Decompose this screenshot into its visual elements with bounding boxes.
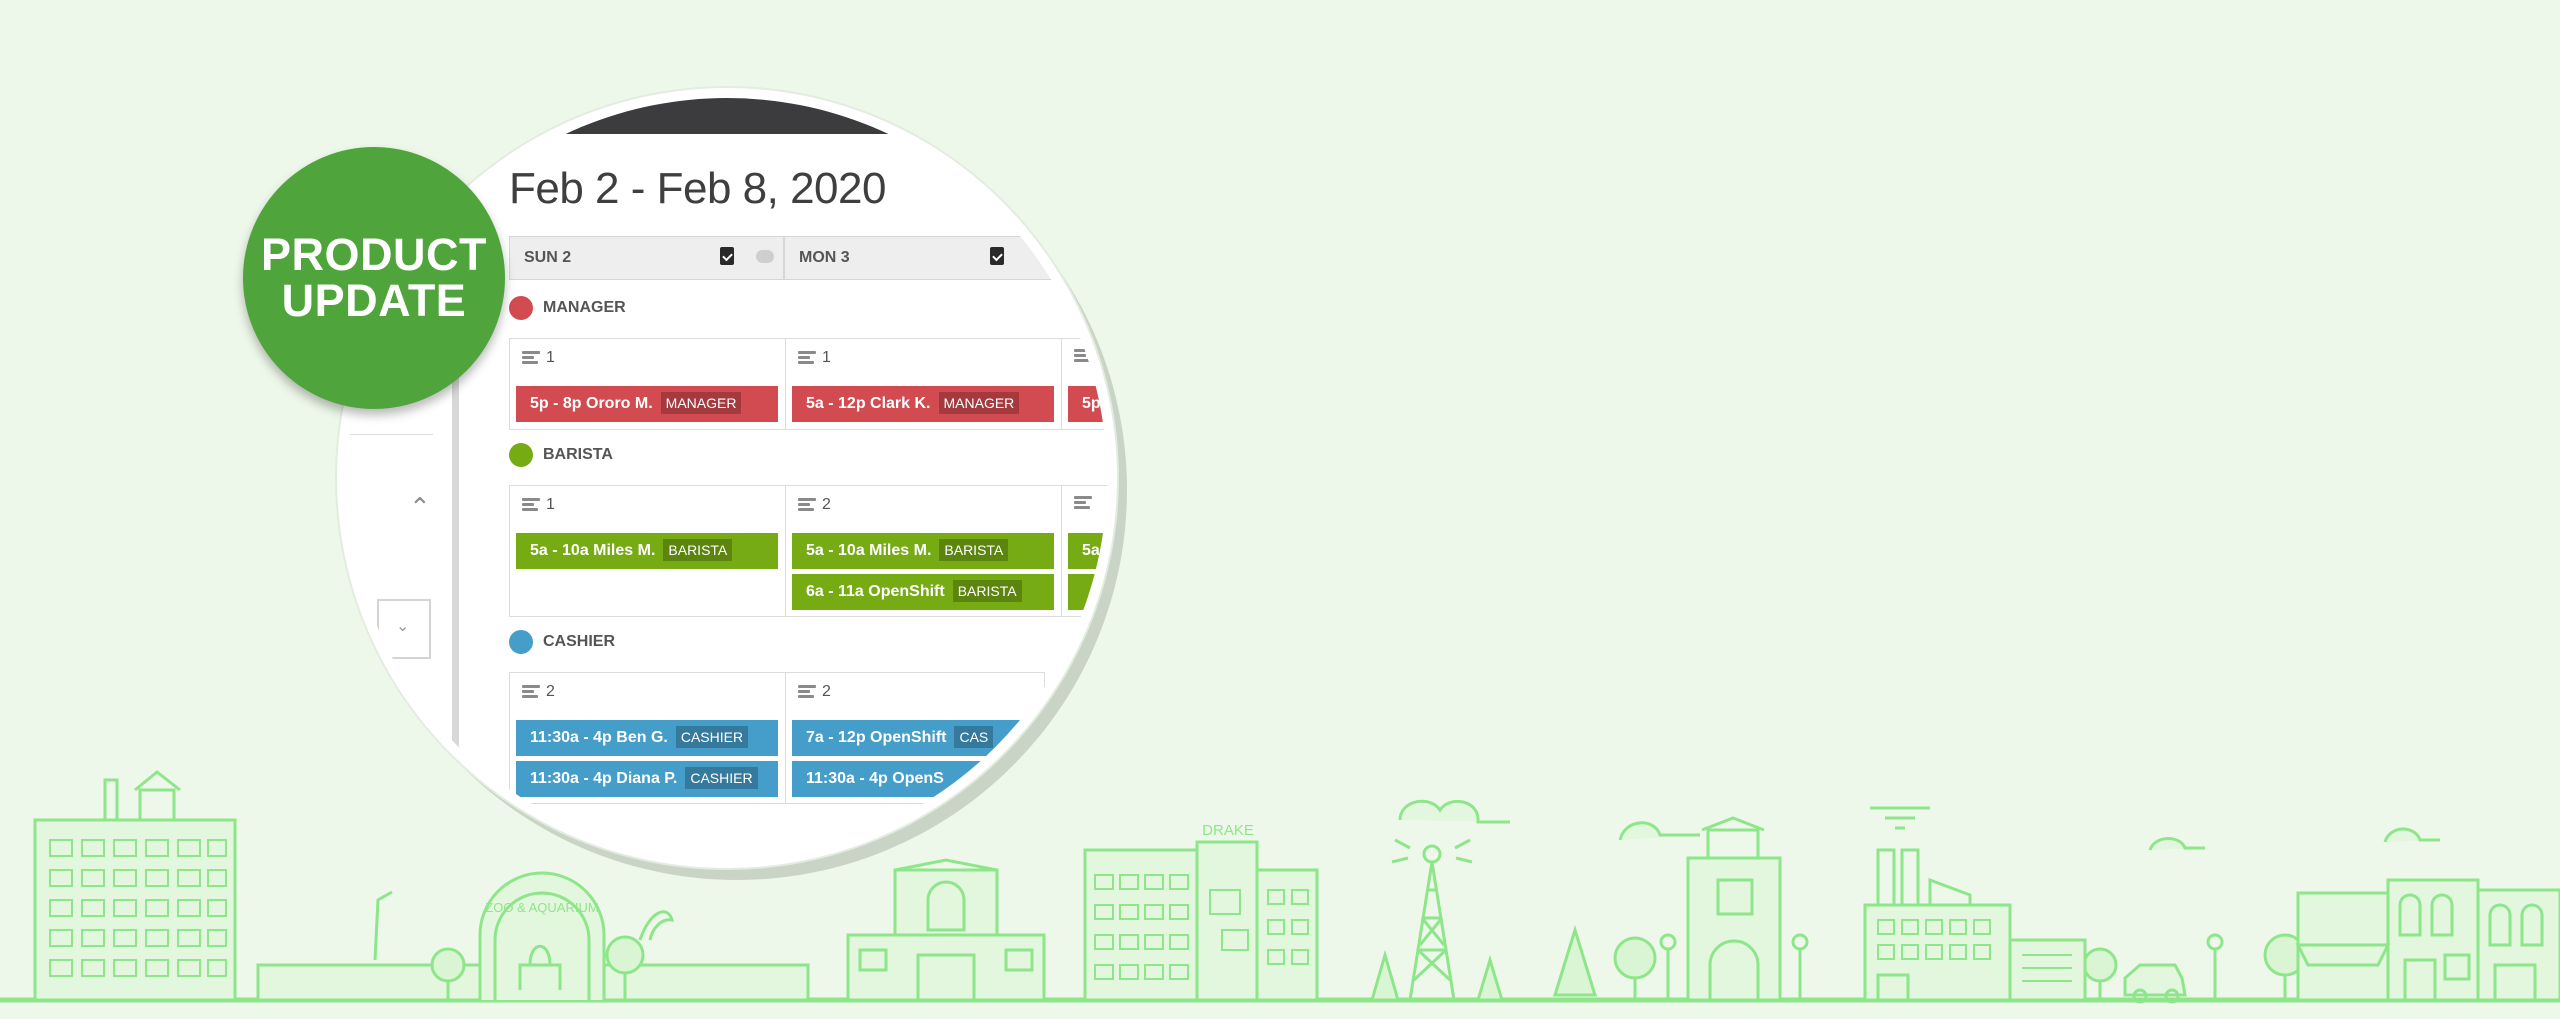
schedule-cell[interactable]: 5p xyxy=(1061,338,1107,430)
schedule-cell[interactable]: 5a xyxy=(1061,485,1107,617)
date-range-title: Feb 2 - Feb 8, 2020 xyxy=(509,164,886,213)
barista-color-dot xyxy=(509,443,533,467)
storefronts xyxy=(2295,878,2560,1002)
shift-block[interactable]: 11:30a - 4p OpenS xyxy=(792,761,1052,797)
day-header-sun[interactable]: SUN 2 xyxy=(509,236,784,280)
library-building xyxy=(846,858,1046,1002)
group-label-manager: MANAGER xyxy=(543,299,626,316)
role-tag: BARISTA xyxy=(663,539,733,561)
shift-count-icon xyxy=(1074,349,1092,363)
schedule-cell[interactable]: 2 7a - 12p OpenShift CAS 11:30a - 4p Open… xyxy=(785,672,1052,804)
radio-tower xyxy=(1370,838,1505,1002)
shift-block[interactable]: 6a - 11a OpenShift BARISTA xyxy=(792,574,1054,610)
shift-count-icon xyxy=(798,351,816,365)
schedule-cell[interactable]: 1 5a - 10a Miles M. BARISTA xyxy=(509,485,786,617)
role-tag: BARISTA xyxy=(939,539,1009,561)
shift-block[interactable]: 5p xyxy=(1068,386,1107,422)
shift-count xyxy=(1074,496,1092,510)
shift-block[interactable]: 5a - 12p Clark K. MANAGER xyxy=(792,386,1054,422)
shift-block[interactable]: 11:30a - 4p Ben G. CASHIER xyxy=(516,720,778,756)
role-tag: MANAGER xyxy=(938,392,1020,414)
shift-block[interactable]: 7a - 12p OpenShift CAS xyxy=(792,720,1052,756)
zoo-aquarium xyxy=(256,871,810,1002)
badge-line-1: PRODUCT xyxy=(261,229,487,280)
schedule-cell[interactable]: 1 5a - 12p Clark K. MANAGER xyxy=(785,338,1062,430)
factory xyxy=(1863,848,2087,1002)
day-header-mon[interactable]: MON 3 xyxy=(784,236,1107,280)
shift-count: 2 xyxy=(522,683,555,701)
shift-count xyxy=(1074,349,1092,363)
schedule-cell[interactable]: 2 5a - 10a Miles M. BARISTA 6a - 11a Open… xyxy=(785,485,1062,617)
comment-icon[interactable] xyxy=(756,250,774,263)
shift-count: 2 xyxy=(798,683,831,701)
schedule-cell[interactable]: 2 11:30a - 4p Ben G. CASHIER 11:30a - 4p … xyxy=(509,672,786,804)
shift-count-icon xyxy=(522,685,540,699)
manager-color-dot xyxy=(509,296,533,320)
apartment-building xyxy=(33,770,237,1002)
zoo-sign: ZOO & AQUARIUM xyxy=(485,900,598,915)
shift-count: 1 xyxy=(798,349,831,367)
shift-block[interactable]: 5a - 10a Miles M. BARISTA xyxy=(516,533,778,569)
role-tag: BARISTA xyxy=(952,580,1022,602)
shift-block[interactable]: 5a xyxy=(1068,533,1107,569)
role-tag: MANAGER xyxy=(660,392,742,414)
shift-count-icon xyxy=(522,351,540,365)
role-tag: CAS xyxy=(954,726,994,748)
role-tag: CASHIER xyxy=(675,726,749,748)
drake-sign: DRAKE xyxy=(1202,822,1254,839)
shift-count-icon xyxy=(1074,496,1092,510)
product-update-badge: PRODUCT UPDATE xyxy=(243,147,505,409)
clipboard-icon[interactable] xyxy=(720,247,734,265)
cashier-color-dot xyxy=(509,630,533,654)
shift-block[interactable]: 5p - 8p Ororo M. MANAGER xyxy=(516,386,778,422)
clock-tower-house xyxy=(1686,816,1782,1002)
clipboard-icon[interactable] xyxy=(990,247,1004,265)
day-label: MON 3 xyxy=(799,249,850,266)
shift-block[interactable]: 5a - 10a Miles M. BARISTA xyxy=(792,533,1054,569)
shift-block[interactable] xyxy=(1068,574,1107,610)
schedule-cell[interactable]: 1 5p - 8p Ororo M. MANAGER xyxy=(509,338,786,430)
shift-count: 1 xyxy=(522,496,555,514)
day-label: SUN 2 xyxy=(524,249,572,266)
shift-count-icon xyxy=(522,498,540,512)
role-tag: CASHIER xyxy=(685,767,758,789)
shift-block[interactable]: 11:30a - 4p Diana P. CASHIER xyxy=(516,761,778,797)
badge-line-2: UPDATE xyxy=(281,275,467,326)
group-label-barista: BARISTA xyxy=(543,446,613,463)
group-label-cashier: CASHIER xyxy=(543,633,616,650)
drake-building xyxy=(1083,840,1319,1002)
shift-count-icon xyxy=(798,685,816,699)
shift-count: 1 xyxy=(522,349,555,367)
shift-count-icon xyxy=(798,498,816,512)
shift-count: 2 xyxy=(798,496,831,514)
